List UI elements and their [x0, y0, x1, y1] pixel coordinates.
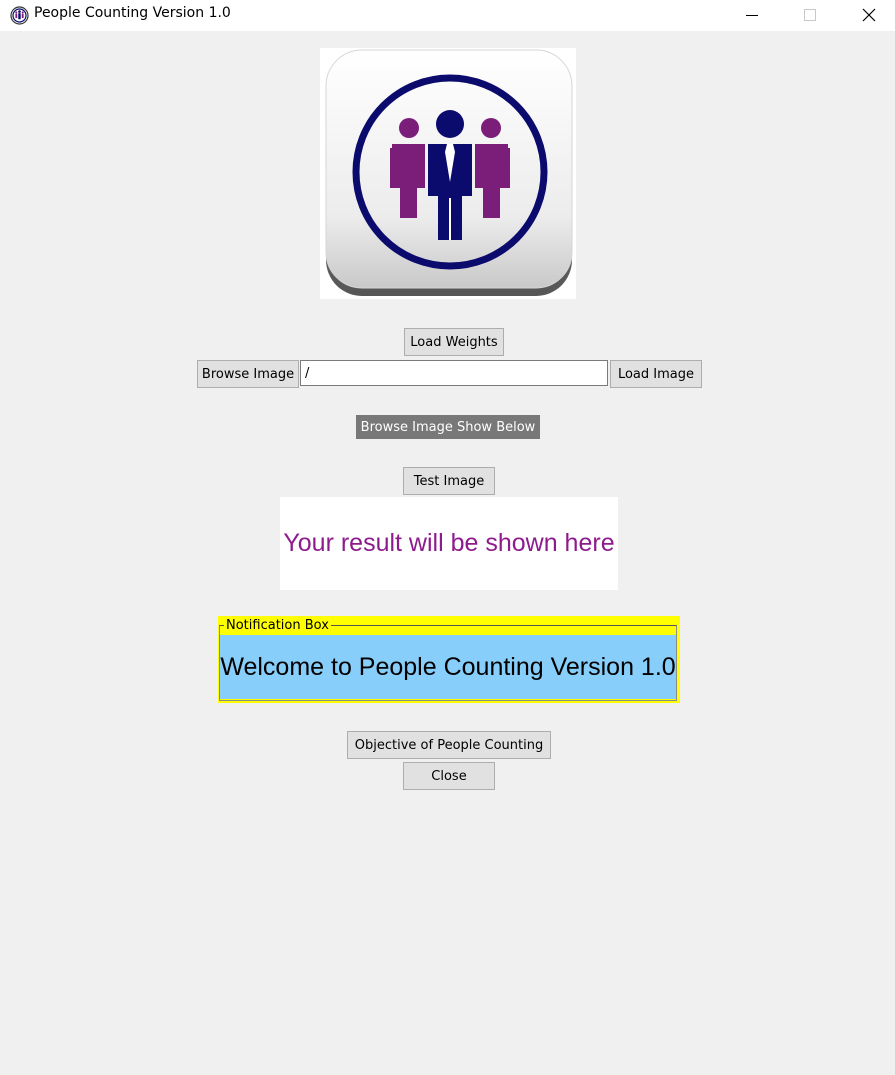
test-image-button[interactable]: Test Image — [403, 467, 495, 495]
load-image-button[interactable]: Load Image — [610, 360, 702, 388]
title-bar: People Counting Version 1.0 — [0, 0, 895, 31]
notification-message: Welcome to People Counting Version 1.0 — [220, 635, 676, 699]
result-display: Your result will be shown here — [280, 497, 618, 590]
browse-image-caption: Browse Image Show Below — [356, 415, 540, 439]
browse-image-button[interactable]: Browse Image — [197, 360, 299, 388]
maximize-icon[interactable] — [787, 0, 833, 31]
objective-button[interactable]: Objective of People Counting — [347, 731, 551, 759]
people-counting-icon — [10, 6, 29, 25]
window-title: People Counting Version 1.0 — [34, 5, 231, 21]
load-weights-button[interactable]: Load Weights — [404, 328, 504, 356]
notification-label: Notification Box — [224, 617, 331, 634]
people-group-logo — [320, 48, 576, 299]
image-path-input[interactable] — [300, 360, 608, 386]
close-button[interactable]: Close — [403, 762, 495, 790]
close-icon[interactable] — [846, 0, 892, 31]
notification-box: Notification Box Welcome to People Count… — [218, 616, 680, 703]
minimize-icon[interactable] — [729, 0, 775, 31]
